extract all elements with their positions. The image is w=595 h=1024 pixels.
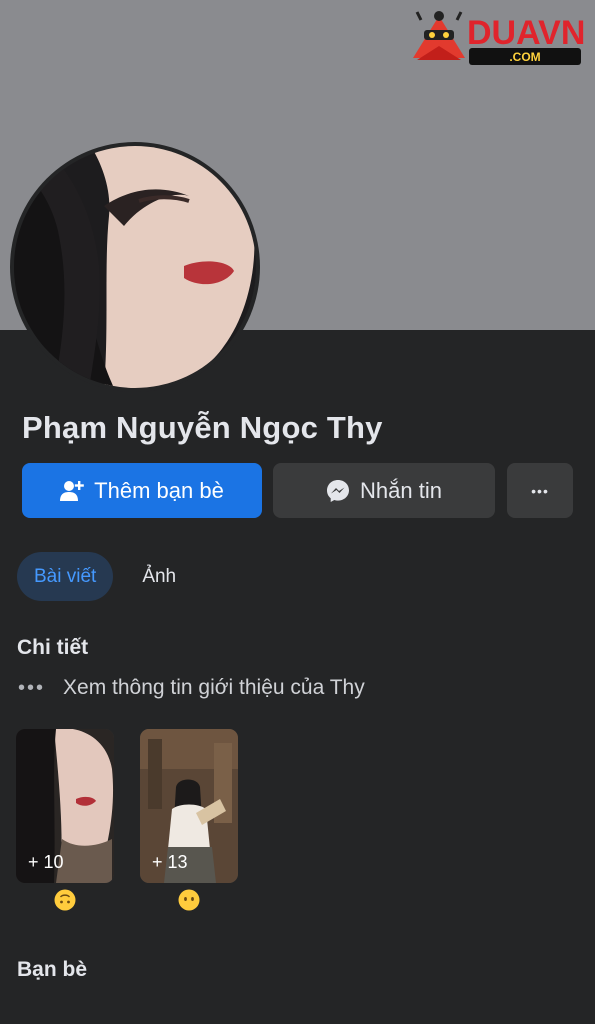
more-options-button[interactable]: ••• <box>507 463 573 518</box>
message-label: Nhắn tin <box>360 477 442 503</box>
profile-name: Phạm Nguyễn Ngọc Thy <box>22 410 383 445</box>
svg-text:.COM: .COM <box>509 50 540 64</box>
profile-tabs: Bài viết Ảnh <box>17 552 193 601</box>
featured-count: + 13 <box>152 852 188 872</box>
message-button[interactable]: Nhắn tin <box>273 463 495 518</box>
more-options-icon: ••• <box>531 482 549 499</box>
about-text: Xem thông tin giới thiệu của Thy <box>63 676 365 699</box>
add-friend-button[interactable]: Thêm bạn bè <box>22 463 262 518</box>
about-link[interactable]: ••• Xem thông tin giới thiệu của Thy <box>18 676 365 700</box>
no-mouth-face-icon <box>178 889 200 911</box>
friends-heading: Bạn bè <box>17 958 88 981</box>
mascot-icon <box>413 11 465 60</box>
featured-count: + 10 <box>28 852 64 872</box>
svg-text:DUAVN: DUAVN <box>467 14 585 52</box>
featured-collection[interactable]: + 13 <box>140 729 238 883</box>
more-dots-icon: ••• <box>18 677 46 699</box>
messenger-icon <box>327 479 350 502</box>
add-friend-label: Thêm bạn bè <box>94 477 224 503</box>
tab-posts[interactable]: Bài viết <box>17 552 114 601</box>
upside-down-face-icon <box>54 889 76 911</box>
duavn-watermark-logo: DUAVN .COM <box>413 11 585 65</box>
profile-avatar[interactable] <box>14 146 256 388</box>
tab-photos[interactable]: Ảnh <box>125 552 193 601</box>
featured-collection[interactable]: + 10 <box>16 729 114 883</box>
add-friend-icon <box>60 480 84 501</box>
avatar-photo <box>14 146 256 388</box>
details-heading: Chi tiết <box>17 636 89 659</box>
